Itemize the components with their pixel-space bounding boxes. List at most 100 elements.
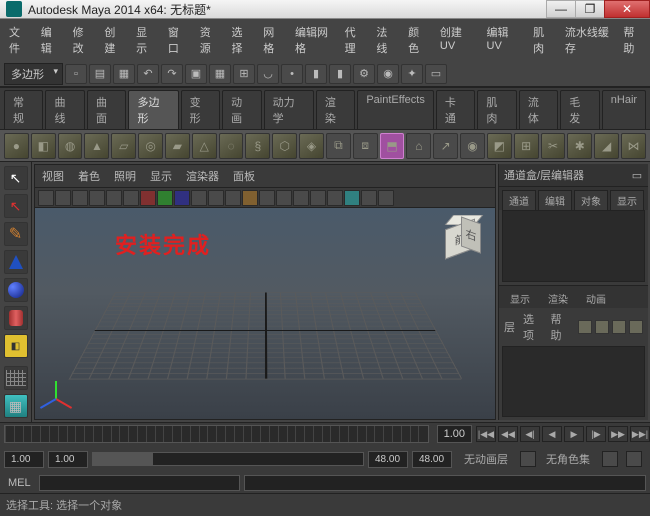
- shelf-tab-2[interactable]: 曲面: [87, 90, 126, 129]
- layer-menu-help[interactable]: 帮助: [551, 311, 571, 343]
- shelf-split-icon[interactable]: ✂: [541, 133, 566, 159]
- vp-safe-title-icon[interactable]: [242, 190, 258, 206]
- status-undo-icon[interactable]: ↶: [137, 64, 159, 84]
- menu-7[interactable]: 选择: [226, 22, 254, 58]
- shelf-tab-11[interactable]: 流体: [519, 90, 558, 129]
- layer-menu-options[interactable]: 选项: [523, 311, 543, 343]
- shelf-prism-icon[interactable]: ▰: [165, 133, 190, 159]
- vp-textured-icon[interactable]: [293, 190, 309, 206]
- menu-9[interactable]: 编辑网格: [290, 22, 336, 58]
- shelf-tab-9[interactable]: 卡通: [436, 90, 475, 129]
- prefs-icon[interactable]: [626, 451, 642, 467]
- channel-tab-2[interactable]: 对象: [574, 190, 608, 210]
- shelf-soccer-icon[interactable]: ⬡: [272, 133, 297, 159]
- vp-menu-2[interactable]: 照明: [111, 167, 139, 185]
- lasso-tool-icon[interactable]: ↖: [4, 194, 28, 218]
- menu-14[interactable]: 编辑 UV: [482, 22, 525, 58]
- vp-grease-icon[interactable]: [123, 190, 139, 206]
- status-save-icon[interactable]: ▦: [113, 64, 135, 84]
- playback-btn-0[interactable]: |◀◀: [476, 426, 496, 442]
- command-language-label[interactable]: MEL: [4, 475, 35, 491]
- shelf-smooth-icon[interactable]: ◉: [460, 133, 485, 159]
- vp-2d-pan-icon[interactable]: [106, 190, 122, 206]
- shelf-bridge-icon[interactable]: ⌂: [406, 133, 431, 159]
- close-button[interactable]: ✕: [604, 0, 650, 18]
- shelf-tab-6[interactable]: 动力学: [264, 90, 314, 129]
- vp-res-gate-icon[interactable]: [174, 190, 190, 206]
- status-redo-icon[interactable]: ↷: [161, 64, 183, 84]
- menu-6[interactable]: 资源: [195, 22, 223, 58]
- vp-menu-5[interactable]: 面板: [230, 167, 258, 185]
- shelf-cone-icon[interactable]: ▲: [84, 133, 109, 159]
- vp-grid-icon[interactable]: [140, 190, 156, 206]
- time-slider[interactable]: [4, 425, 429, 443]
- layer-add-icon[interactable]: [595, 320, 609, 334]
- shelf-tab-5[interactable]: 动画: [222, 90, 261, 129]
- layer-tab-0[interactable]: 显示: [502, 289, 538, 308]
- vp-menu-3[interactable]: 显示: [147, 167, 175, 185]
- playback-btn-4[interactable]: ▶: [564, 426, 584, 442]
- status-snap-curve-icon[interactable]: ◡: [257, 64, 279, 84]
- menu-15[interactable]: 肌肉: [528, 22, 556, 58]
- maximize-button[interactable]: ❐: [575, 0, 605, 18]
- shelf-plane-icon[interactable]: ▱: [111, 133, 136, 159]
- vp-menu-4[interactable]: 渲染器: [183, 167, 222, 185]
- shelf-cube-icon[interactable]: ◧: [31, 133, 56, 159]
- shelf-pipe-icon[interactable]: ◌: [219, 133, 244, 159]
- shelf-sphere-icon[interactable]: ●: [4, 133, 29, 159]
- playback-btn-1[interactable]: ◀◀: [498, 426, 518, 442]
- range-end-inner[interactable]: 48.00: [368, 451, 408, 468]
- menu-17[interactable]: 帮助: [618, 22, 646, 58]
- layer-down-icon[interactable]: [629, 320, 643, 334]
- layer-menu-layers[interactable]: 层: [504, 319, 515, 335]
- vp-xray-joints-icon[interactable]: [378, 190, 394, 206]
- vp-film-gate-icon[interactable]: [157, 190, 173, 206]
- anim-layer-icon[interactable]: [520, 451, 536, 467]
- vp-isolate-icon[interactable]: [344, 190, 360, 206]
- range-start-outer[interactable]: 1.00: [4, 451, 44, 468]
- shelf-tab-0[interactable]: 常规: [4, 90, 43, 129]
- status-sel-comp-icon[interactable]: ▦: [209, 64, 231, 84]
- menu-0[interactable]: 文件: [4, 22, 32, 58]
- menu-10[interactable]: 代理: [340, 22, 368, 58]
- menu-12[interactable]: 颜色: [403, 22, 431, 58]
- vp-image-plane-icon[interactable]: [89, 190, 105, 206]
- paint-select-tool-icon[interactable]: ✎: [4, 222, 28, 246]
- minimize-button[interactable]: —: [546, 0, 576, 18]
- anim-layer-dropdown[interactable]: 无动画层: [460, 449, 512, 469]
- range-end-outer[interactable]: 48.00: [412, 451, 452, 468]
- shelf-tab-13[interactable]: nHair: [602, 90, 646, 129]
- status-snap-point-icon[interactable]: •: [281, 64, 303, 84]
- layer-list[interactable]: [502, 346, 645, 418]
- status-snap-grid-icon[interactable]: ⊞: [233, 64, 255, 84]
- channel-tab-1[interactable]: 编辑: [538, 190, 572, 210]
- menu-13[interactable]: 创建 UV: [435, 22, 478, 58]
- titlebar[interactable]: Autodesk Maya 2014 x64: 无标题* — ❐ ✕: [0, 0, 650, 19]
- shelf-combine-icon[interactable]: ⧉: [326, 133, 351, 159]
- menu-4[interactable]: 显示: [131, 22, 159, 58]
- vp-field-chart-icon[interactable]: [208, 190, 224, 206]
- shelf-merge-icon[interactable]: ⋈: [621, 133, 646, 159]
- shelf-tab-10[interactable]: 肌肉: [477, 90, 516, 129]
- vp-bookmark-icon[interactable]: [72, 190, 88, 206]
- shelf-tab-3[interactable]: 多边形: [128, 90, 178, 129]
- layer-up-icon[interactable]: [612, 320, 626, 334]
- playback-btn-3[interactable]: ◀: [542, 426, 562, 442]
- playback-btn-7[interactable]: ▶▶|: [630, 426, 650, 442]
- status-construction-icon[interactable]: ▭: [425, 64, 447, 84]
- layer-tab-1[interactable]: 渲染: [540, 289, 576, 308]
- vp-smooth-shade-icon[interactable]: [276, 190, 292, 206]
- charset-dropdown[interactable]: 无角色集: [542, 449, 594, 469]
- range-start-inner[interactable]: 1.00: [48, 451, 88, 468]
- shelf-poke-icon[interactable]: ✱: [567, 133, 592, 159]
- menuset-dropdown[interactable]: 多边形: [4, 63, 63, 85]
- status-sel-obj-icon[interactable]: ▣: [185, 64, 207, 84]
- single-view-icon[interactable]: [4, 366, 28, 390]
- status-render-icon[interactable]: ▮: [305, 64, 327, 84]
- vp-gate-mask-icon[interactable]: [191, 190, 207, 206]
- channel-tab-0[interactable]: 通道: [502, 190, 536, 210]
- shelf-insert-icon[interactable]: ⊞: [514, 133, 539, 159]
- status-open-icon[interactable]: ▤: [89, 64, 111, 84]
- command-input[interactable]: [39, 475, 241, 491]
- menu-16[interactable]: 流水线缓存: [560, 22, 614, 58]
